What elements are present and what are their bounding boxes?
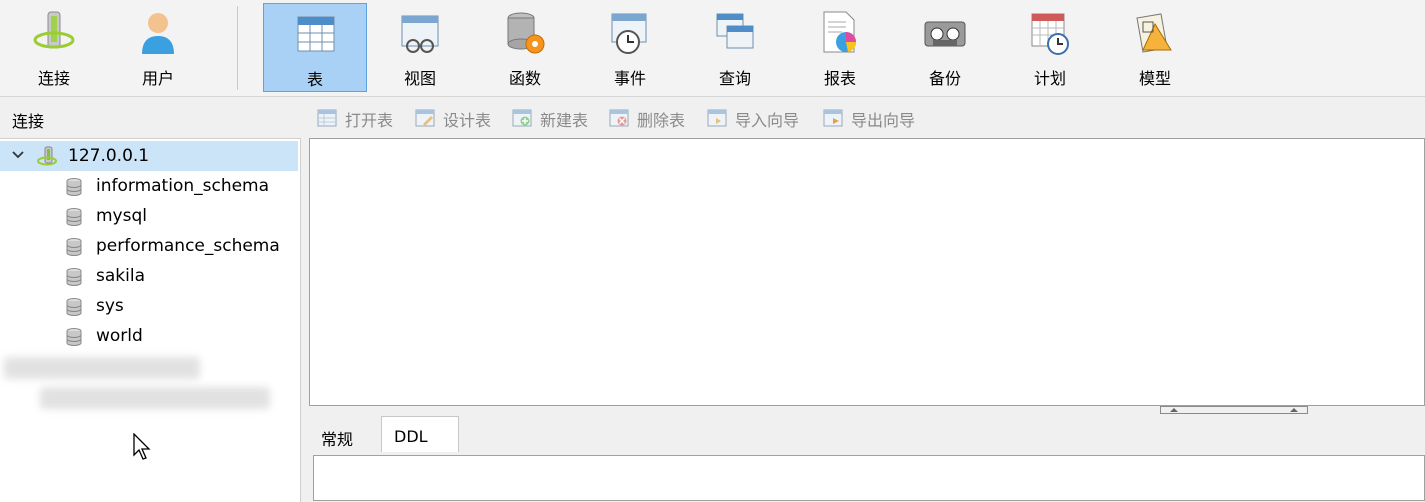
view-icon (401, 15, 439, 53)
import-wizard-label: 导入向导 (735, 111, 800, 130)
connection-panel-title: 连接 (12, 112, 45, 131)
database-icon (66, 298, 82, 316)
redacted-connection (40, 387, 270, 409)
toolbar-model-button[interactable]: 模型 (1103, 3, 1207, 92)
database-name: mysql (96, 206, 147, 226)
export-icon (823, 109, 843, 127)
export-wizard-label: 导出向导 (851, 111, 916, 130)
table-icon (297, 16, 335, 52)
import-icon (707, 109, 727, 127)
toolbar-connect-button[interactable]: 连接 (2, 3, 106, 92)
toolbar-label: 报表 (823, 69, 856, 88)
chevron-down-icon[interactable] (12, 149, 24, 161)
tab-general-label: 常规 (321, 430, 354, 449)
model-icon (1136, 13, 1172, 53)
toolbar-label: 用户 (141, 69, 174, 88)
toolbar-label: 事件 (613, 69, 646, 88)
open-table-icon (317, 109, 337, 127)
connection-name: 127.0.0.1 (68, 146, 150, 166)
open-table-label: 打开表 (345, 111, 394, 130)
toolbar-label: 函数 (508, 69, 541, 88)
database-name: information_schema (96, 176, 270, 196)
toolbar-view-button[interactable]: 视图 (368, 3, 472, 92)
toolbar-separator (237, 6, 238, 90)
ddl-content-area[interactable] (313, 455, 1425, 501)
tree-database-item[interactable]: sakila (0, 261, 298, 291)
toolbar-label: 备份 (928, 69, 961, 88)
connection-panel-header: 连接 (0, 97, 302, 137)
tab-ddl-label: DDL (394, 427, 428, 446)
panel-splitter[interactable] (1160, 406, 1308, 414)
database-icon (66, 268, 82, 286)
delete-table-label: 删除表 (637, 111, 686, 130)
design-table-icon (415, 109, 435, 127)
toolbar-event-button[interactable]: 事件 (578, 3, 682, 92)
new-table-label: 新建表 (540, 111, 589, 130)
tree-database-item[interactable]: performance_schema (0, 231, 298, 261)
detail-tabs: 常规 DDL (309, 414, 1425, 454)
object-list-area[interactable] (309, 138, 1425, 406)
query-icon (716, 13, 754, 49)
database-icon (66, 178, 82, 196)
backup-icon (924, 21, 966, 47)
function-icon (507, 12, 545, 54)
database-name: sys (96, 296, 124, 316)
mouse-cursor-icon (133, 433, 151, 460)
redacted-connection (4, 357, 200, 379)
toolbar-label: 模型 (1138, 69, 1171, 88)
user-icon (142, 13, 174, 54)
toolbar-query-button[interactable]: 查询 (683, 3, 787, 92)
database-icon (66, 328, 82, 346)
object-toolbar: 打开表 设计表 新建表 删除表 导入向导 导出向导 (309, 97, 1425, 137)
toolbar-function-button[interactable]: 函数 (473, 3, 577, 92)
connect-icon (33, 11, 75, 49)
tree-database-item[interactable]: sys (0, 291, 298, 321)
toolbar-backup-button[interactable]: 备份 (893, 3, 997, 92)
toolbar-label: 表 (306, 70, 323, 89)
toolbar-label: 查询 (718, 69, 751, 88)
delete-table-icon (609, 109, 629, 127)
connection-icon (37, 146, 57, 166)
toolbar-label: 连接 (37, 69, 70, 88)
tree-connection-node[interactable]: 127.0.0.1 (0, 141, 298, 171)
new-table-icon (512, 109, 532, 127)
toolbar-report-button[interactable]: 报表 (788, 3, 892, 92)
event-icon (611, 13, 647, 54)
tree-database-item[interactable]: mysql (0, 201, 298, 231)
database-name: performance_schema (96, 236, 280, 256)
database-name: sakila (96, 266, 145, 286)
connection-tree[interactable]: 127.0.0.1 information_schema mysql perfo… (0, 138, 301, 502)
tree-database-item[interactable]: information_schema (0, 171, 298, 201)
database-icon (66, 238, 82, 256)
toolbar-label: 视图 (403, 69, 436, 88)
tree-database-item[interactable]: world (0, 321, 298, 351)
toolbar-user-button[interactable]: 用户 (106, 3, 210, 92)
schedule-icon (1031, 13, 1069, 55)
toolbar-table-button[interactable]: 表 (263, 3, 367, 92)
design-table-label: 设计表 (443, 111, 492, 130)
toolbar-label: 计划 (1033, 69, 1066, 88)
toolbar-schedule-button[interactable]: 计划 (998, 3, 1102, 92)
report-icon (823, 11, 857, 53)
tab-ddl[interactable]: DDL (381, 416, 459, 452)
main-toolbar: 连接 用户 表 视图 函数 事件 查询 报表 备份 计划 模型 (0, 0, 1425, 97)
splitter-up-arrow-icon (1170, 408, 1178, 412)
splitter-up-arrow-icon (1290, 408, 1298, 412)
database-icon (66, 208, 82, 226)
tab-general[interactable]: 常规 (309, 416, 381, 452)
database-name: world (96, 326, 143, 346)
